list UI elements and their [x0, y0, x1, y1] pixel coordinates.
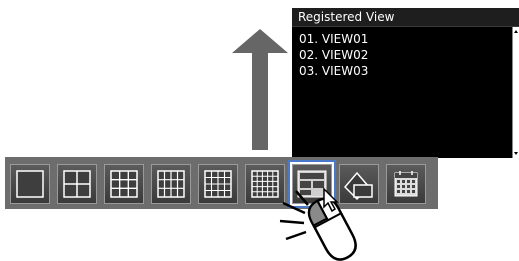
single-view-button[interactable] — [10, 164, 50, 204]
view-list: 01. VIEW01 02. VIEW02 03. VIEW03 — [299, 31, 368, 79]
scroll-up-icon[interactable] — [514, 30, 518, 33]
sixteen-view-icon — [204, 170, 232, 198]
quad-view-button[interactable] — [57, 164, 97, 204]
twelve-view-button[interactable] — [151, 164, 191, 204]
twelve-view-icon — [157, 170, 185, 198]
scroll-down-icon[interactable] — [514, 152, 518, 155]
scrollbar[interactable] — [512, 27, 519, 158]
registered-view-panel: Registered View 01. VIEW01 02. VIEW02 03… — [292, 8, 519, 158]
calendar-icon — [394, 171, 418, 197]
view-item-2[interactable]: 02. VIEW02 — [299, 47, 368, 63]
quad-view-icon — [63, 170, 91, 198]
panel-title: Registered View — [292, 8, 519, 27]
sixteen-view-button[interactable] — [198, 164, 238, 204]
view-item-1[interactable]: 01. VIEW01 — [299, 31, 368, 47]
view-toolbar — [5, 157, 438, 209]
mouse-click-icon — [279, 187, 357, 261]
calendar-button[interactable] — [386, 164, 426, 204]
view-item-3[interactable]: 03. VIEW03 — [299, 63, 368, 79]
single-view-icon — [16, 170, 44, 198]
up-arrow-icon — [232, 29, 288, 150]
nine-view-icon — [110, 170, 138, 198]
nine-view-button[interactable] — [104, 164, 144, 204]
